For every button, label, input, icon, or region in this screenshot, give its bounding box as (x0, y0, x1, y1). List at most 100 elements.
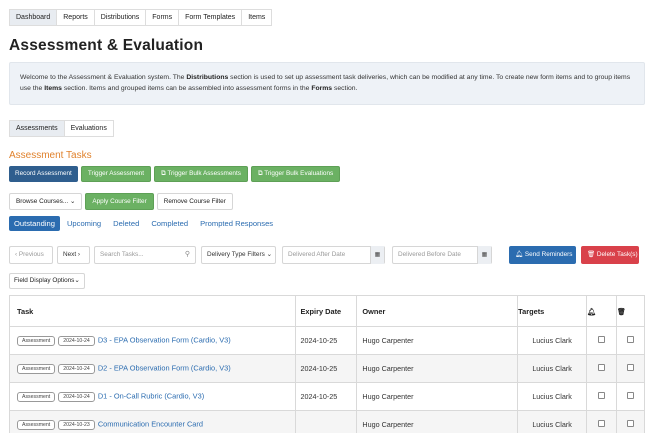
delivery-type-filter-label: Delivery Type Filters (207, 251, 265, 258)
tab-deleted[interactable]: Deleted (108, 216, 144, 231)
next-button[interactable]: Next › (57, 246, 90, 264)
delivered-before-date-input[interactable]: Delivered Before Date ▦ (392, 246, 492, 264)
task-type-badge: Assessment (17, 335, 56, 346)
tab-prompted-responses[interactable]: Prompted Responses (195, 216, 278, 231)
reminder-checkbox[interactable] (598, 336, 606, 343)
task-cell: Assessment 2024-10-24 D1 - On-Call Rubric … (9, 382, 295, 411)
search-input[interactable]: Search Tasks... ⚲ (94, 246, 196, 264)
tab-completed[interactable]: Completed (146, 216, 193, 231)
search-placeholder: Search Tasks... (100, 251, 144, 258)
trash-icon: 🗑︎ (587, 251, 597, 258)
delivered-before-placeholder: Delivered Before Date (398, 251, 461, 258)
tab-upcoming[interactable]: Upcoming (62, 216, 106, 231)
calendar-icon[interactable]: ▦ (370, 246, 384, 264)
task-link[interactable]: D1 - On-Call Rubric (Cardio, V3) (98, 392, 204, 401)
field-display-options-dropdown[interactable]: Field Display Options⌄ (9, 273, 85, 289)
reminder-checkbox-cell (586, 354, 617, 383)
remove-course-filter-button[interactable]: Remove Course Filter (156, 193, 233, 210)
welcome-bold-items: Items (44, 84, 62, 92)
reminder-checkbox-cell (586, 326, 617, 355)
tab-evaluations[interactable]: Evaluations (64, 120, 114, 137)
chevron-down-icon: ⌄ (74, 277, 80, 284)
apply-course-filter-button[interactable]: Apply Course Filter (85, 193, 154, 210)
task-type-badge: Assessment (17, 391, 56, 402)
section-title: Assessment Tasks (9, 150, 92, 161)
delete-checkbox[interactable] (627, 336, 634, 343)
send-reminders-button[interactable]: 🔔︎ Send Reminders (509, 246, 576, 264)
sub-tabs: Assessments Evaluations (9, 120, 114, 137)
tab-dashboard[interactable]: Dashboard (9, 9, 58, 26)
trigger-bulk-assessments-button[interactable]: ⧉ Trigger Bulk Assessments (154, 166, 248, 182)
reminder-checkbox[interactable] (598, 420, 606, 427)
task-table: Task Expiry Date Owner Targets 🔔︎ 🗑︎ Ass… (9, 295, 645, 433)
reminder-checkbox[interactable] (598, 392, 606, 399)
delivered-after-date-input[interactable]: Delivered After Date ▦ (282, 246, 385, 264)
tab-assessments[interactable]: Assessments (9, 120, 65, 137)
previous-label: Previous (18, 251, 44, 258)
browse-courses-label: Browse Courses... (16, 198, 69, 205)
delete-checkbox[interactable] (627, 364, 634, 371)
delete-checkbox-cell (616, 382, 645, 411)
chevron-down-icon: ⌄ (266, 251, 272, 258)
next-label: Next (63, 251, 77, 258)
welcome-notice: Welcome to the Assessment & Evaluation s… (9, 62, 645, 105)
action-buttons: Record Assessment Trigger Assessment ⧉ T… (9, 166, 341, 182)
record-assessment-button[interactable]: Record Assessment (9, 166, 78, 182)
table-row: Assessment 2024-10-24 D1 - On-Call Rubric … (9, 382, 645, 411)
reminder-checkbox[interactable] (598, 364, 606, 371)
chevron-down-icon: ⌄ (70, 198, 76, 205)
reminder-checkbox-cell (586, 382, 617, 411)
welcome-text-3: section. Items and grouped items can be … (61, 84, 312, 92)
delete-checkbox[interactable] (627, 392, 634, 399)
trigger-bulk-evaluations-button[interactable]: ⧉ Trigger Bulk Evaluations (250, 166, 341, 182)
target-cell: Lucius Clark (517, 382, 587, 411)
table-row: Assessment 2024-10-24 D3 - EPA Observation… (9, 326, 645, 355)
col-owner-header: Owner (356, 295, 518, 327)
calendar-icon[interactable]: ▦ (477, 246, 491, 264)
reminder-checkbox-cell (586, 410, 617, 433)
col-expiry-header: Expiry Date (294, 295, 357, 327)
delete-tasks-button[interactable]: 🗑︎ Delete Task(s) (581, 246, 639, 264)
browse-courses-dropdown[interactable]: Browse Courses... ⌄ (9, 193, 83, 210)
task-cell: Assessment 2024-10-24 D3 - EPA Observation… (9, 326, 295, 355)
owner-cell: Hugo Carpenter (356, 382, 518, 411)
previous-button[interactable]: ‹ Previous (9, 246, 53, 264)
task-date-badge: 2024-10-24 (58, 391, 95, 402)
task-link[interactable]: D2 - EPA Observation Form (Cardio, V3) (98, 364, 231, 373)
expiry-cell: 2024-10-25 (294, 326, 357, 355)
target-cell: Lucius Clark (517, 326, 587, 355)
col-delete-header: 🗑︎ (616, 295, 645, 327)
col-task-header: Task (9, 295, 295, 327)
expiry-cell (294, 410, 357, 433)
welcome-bold-forms: Forms (311, 84, 333, 92)
status-tabs: Outstanding Upcoming Deleted Completed P… (9, 216, 280, 231)
target-cell: Lucius Clark (517, 410, 587, 433)
course-filter-row: Browse Courses... ⌄ Apply Course Filter … (9, 193, 233, 210)
delivery-type-filter-dropdown[interactable]: Delivery Type Filters ⌄ (201, 246, 276, 264)
owner-cell: Hugo Carpenter (356, 354, 518, 383)
welcome-text-4: section. (332, 84, 358, 92)
delete-checkbox-cell (616, 354, 645, 383)
bell-icon: 🔔︎ (587, 308, 596, 316)
table-header-row: Task Expiry Date Owner Targets 🔔︎ 🗑︎ (9, 295, 645, 327)
task-toolbar: ‹ Previous Next › Search Tasks... ⚲ Deliv… (9, 246, 645, 264)
task-link[interactable]: Communication Encounter Card (98, 420, 203, 429)
task-type-badge: Assessment (17, 363, 56, 374)
main-nav-tabs: Dashboard Reports Distributions Forms Fo… (9, 9, 273, 26)
delete-checkbox[interactable] (627, 420, 634, 427)
tab-items[interactable]: Items (242, 9, 273, 26)
trigger-assessment-button[interactable]: Trigger Assessment (80, 166, 152, 182)
delete-tasks-label: Delete Task(s) (596, 251, 638, 258)
table-row: Assessment 2024-10-23 Communication Encoun… (9, 410, 645, 433)
task-date-badge: 2024-10-24 (58, 335, 95, 346)
tab-distributions[interactable]: Distributions (94, 9, 147, 26)
owner-cell: Hugo Carpenter (356, 410, 518, 433)
delete-checkbox-cell (616, 410, 645, 433)
tab-outstanding[interactable]: Outstanding (9, 216, 60, 231)
send-reminders-label: Send Reminders (524, 251, 573, 258)
tab-forms[interactable]: Forms (146, 9, 180, 26)
page-title: Assessment & Evaluation (9, 37, 204, 54)
task-link[interactable]: D3 - EPA Observation Form (Cardio, V3) (98, 336, 231, 345)
tab-form-templates[interactable]: Form Templates (179, 9, 243, 26)
tab-reports[interactable]: Reports (57, 9, 95, 26)
